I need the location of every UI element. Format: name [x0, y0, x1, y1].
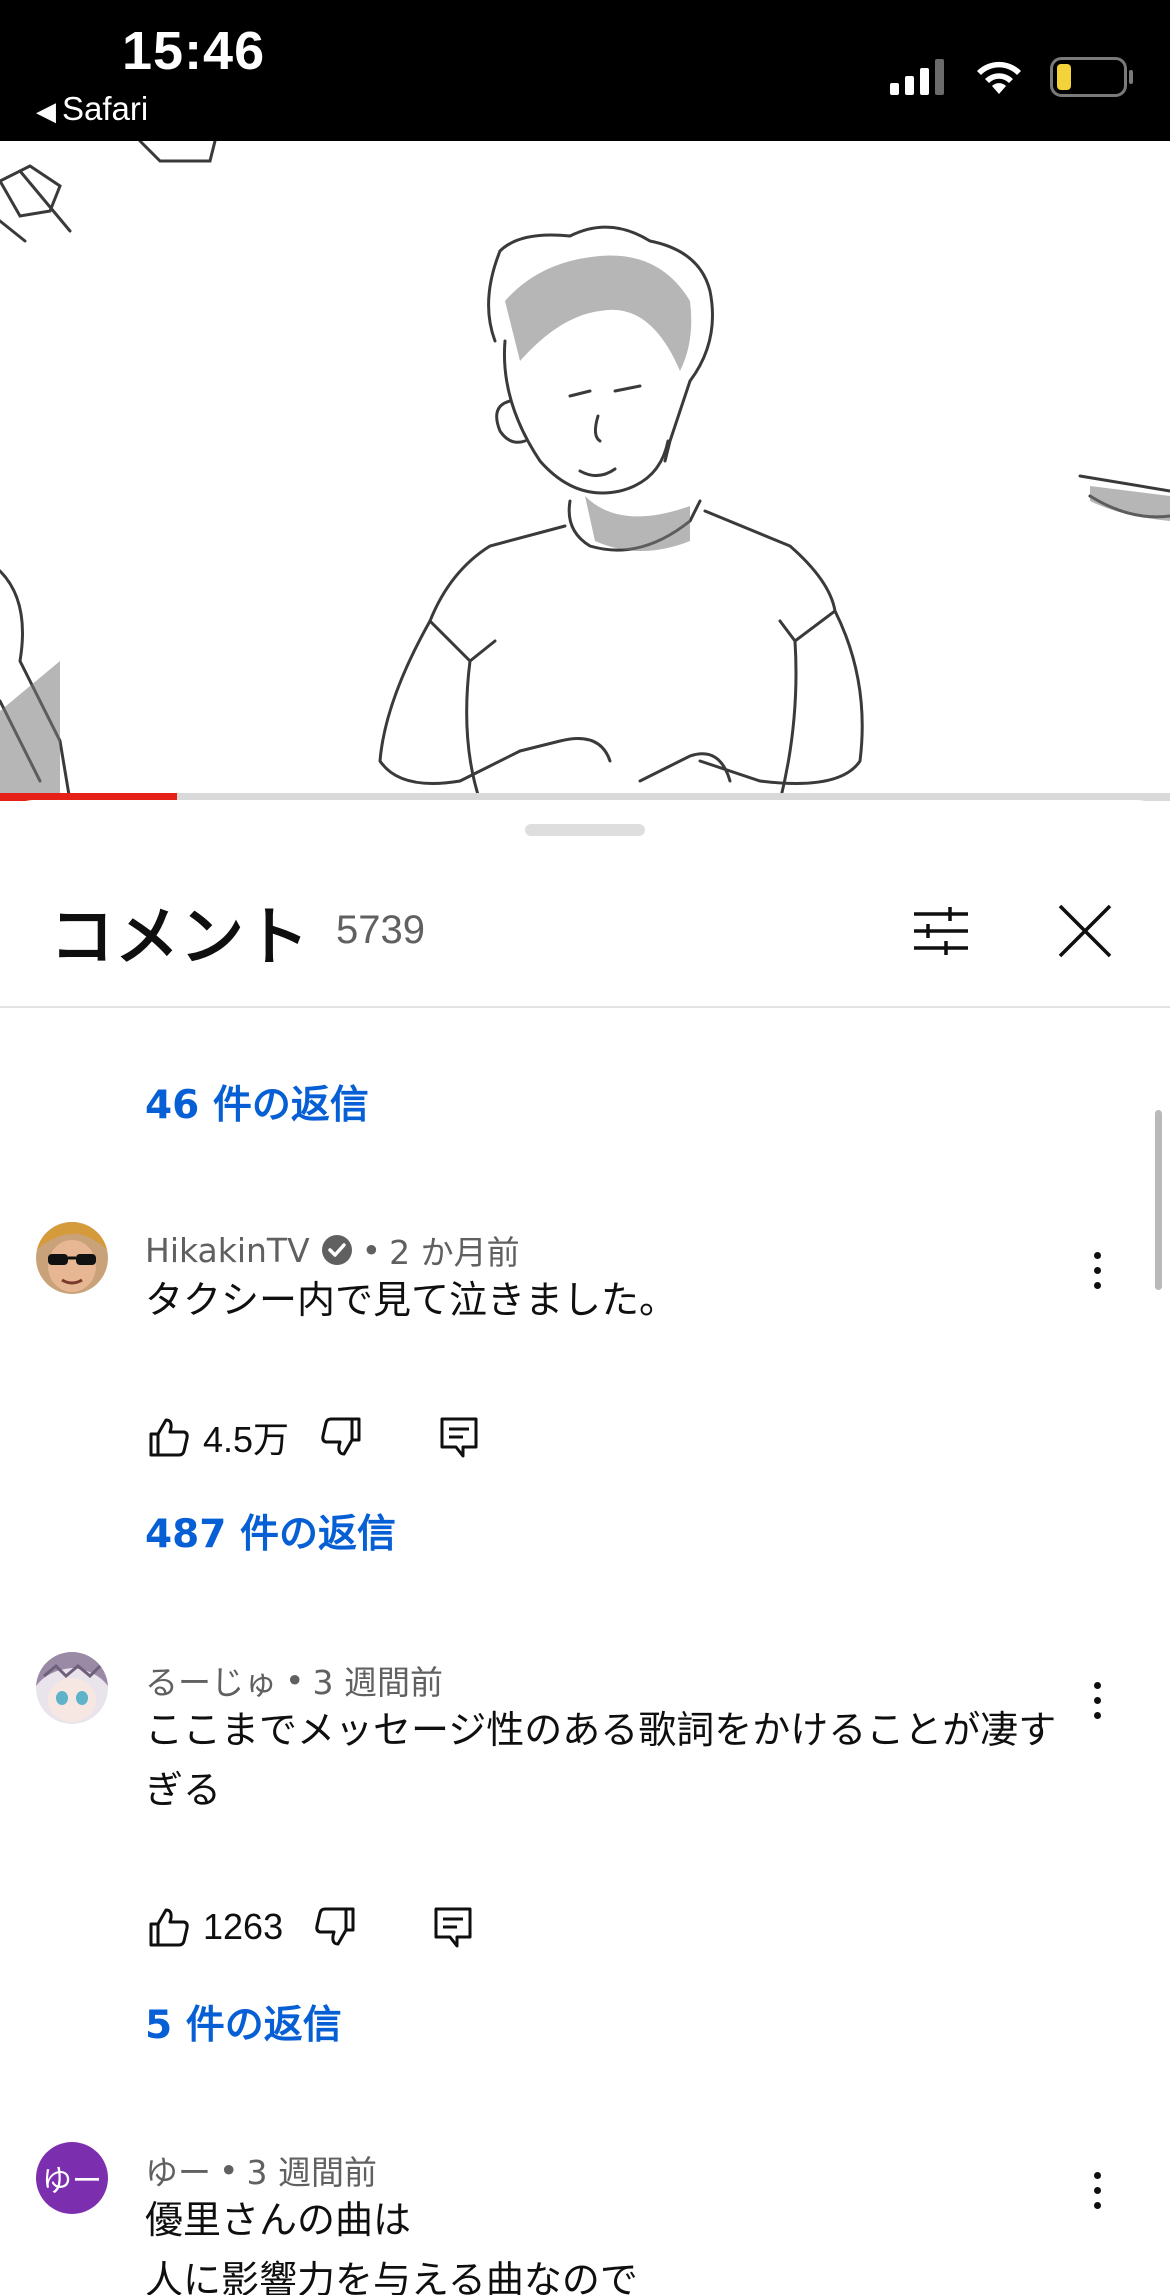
comment-actions: 4.5万	[145, 1407, 483, 1467]
comment-item: ゆー ゆー • 3 週間前 優里さんの曲は 人に影響力を与える曲なので	[0, 2142, 1170, 2295]
comments-title: コメント	[50, 901, 310, 975]
close-icon	[1058, 904, 1112, 958]
avatar[interactable]	[36, 1652, 108, 1724]
like-count: 4.5万	[203, 1419, 290, 1460]
view-replies-link[interactable]: 487 件の返信	[145, 1503, 396, 1559]
comment-time: 2 か月前	[389, 1233, 520, 1272]
comments-sheet: コメント 5739 46 件の返信 HikakinTV • 2 か月前 タクシー…	[0, 800, 1170, 2295]
dislike-button[interactable]	[311, 1903, 359, 1951]
like-count: 1263	[203, 1906, 284, 1947]
comments-header: コメント 5739	[0, 800, 1170, 1008]
thumbs-up-icon	[149, 1418, 189, 1457]
comment-meta: HikakinTV • 2 か月前	[145, 1226, 520, 1274]
close-button[interactable]	[1050, 896, 1120, 966]
reply-button[interactable]	[429, 1903, 477, 1951]
comment-item: HikakinTV • 2 か月前 タクシー内で見て泣きました。 4.5万	[0, 1222, 1170, 1522]
reply-comment-icon	[434, 1907, 472, 1948]
thumbs-down-icon	[321, 1417, 361, 1456]
comment-text: タクシー内で見て泣きました。	[145, 1278, 678, 1322]
comment-item: るーじゅ • 3 週間前 ここまでメッセージ性のある歌詞をかけることが凄すぎる …	[0, 1652, 1170, 2012]
comment-meta: るーじゅ • 3 週間前	[145, 1656, 443, 1704]
comment-time: 3 週間前	[312, 1663, 443, 1702]
sort-filter-button[interactable]	[906, 896, 976, 966]
reply-button[interactable]	[435, 1413, 483, 1461]
comment-actions: 1263	[145, 1897, 477, 1957]
back-to-safari-link[interactable]: ◀ Safari	[36, 90, 148, 128]
comment-author[interactable]: HikakinTV	[145, 1231, 310, 1270]
video-player[interactable]	[0, 141, 1170, 801]
avatar[interactable]	[36, 1222, 108, 1294]
comment-text-line: 優里さんの曲は	[145, 2198, 412, 2242]
filter-sliders-icon	[914, 907, 968, 955]
more-actions-button[interactable]	[1080, 1670, 1114, 1730]
meta-separator: •	[219, 2150, 239, 2190]
back-app-label: Safari	[62, 90, 149, 127]
avatar-image	[36, 1652, 108, 1724]
dislike-button[interactable]	[317, 1413, 365, 1461]
comments-count: 5739	[336, 908, 425, 952]
comment-text: ここまでメッセージ性のある歌詞をかけることが凄すぎる	[145, 1708, 1057, 1812]
more-actions-button[interactable]	[1080, 1240, 1114, 1300]
like-button[interactable]	[145, 1413, 193, 1461]
avatar[interactable]: ゆー	[36, 2142, 108, 2214]
thumbs-down-icon	[315, 1907, 355, 1946]
more-actions-button[interactable]	[1080, 2160, 1114, 2220]
thumbs-up-icon	[149, 1908, 189, 1947]
back-arrow-icon: ◀	[36, 96, 56, 126]
view-replies-link[interactable]: 46 件の返信	[145, 1074, 369, 1130]
comment-author[interactable]: るーじゅ	[145, 1656, 277, 1704]
view-replies-link[interactable]: 5 件の返信	[145, 1994, 342, 2050]
comment-meta: ゆー • 3 週間前	[145, 2146, 377, 2194]
cellular-signal-icon	[890, 59, 944, 95]
status-bar: 15:46 ◀ Safari	[0, 0, 1170, 141]
avatar-image	[36, 1222, 108, 1294]
comment-text-line: 人に影響力を与える曲なので	[145, 2258, 638, 2295]
status-icons	[890, 52, 1134, 102]
video-frame-illustration	[0, 141, 1170, 801]
reply-comment-icon	[440, 1417, 478, 1458]
comment-time: 3 週間前	[246, 2153, 377, 2192]
status-time: 15:46	[122, 21, 266, 81]
battery-icon	[1050, 57, 1133, 97]
meta-separator: •	[361, 1230, 382, 1270]
meta-separator: •	[285, 1660, 305, 1700]
verified-badge-icon	[321, 1235, 352, 1265]
wifi-icon	[977, 61, 1021, 94]
like-button[interactable]	[145, 1903, 193, 1951]
comment-author[interactable]: ゆー	[145, 2146, 211, 2194]
